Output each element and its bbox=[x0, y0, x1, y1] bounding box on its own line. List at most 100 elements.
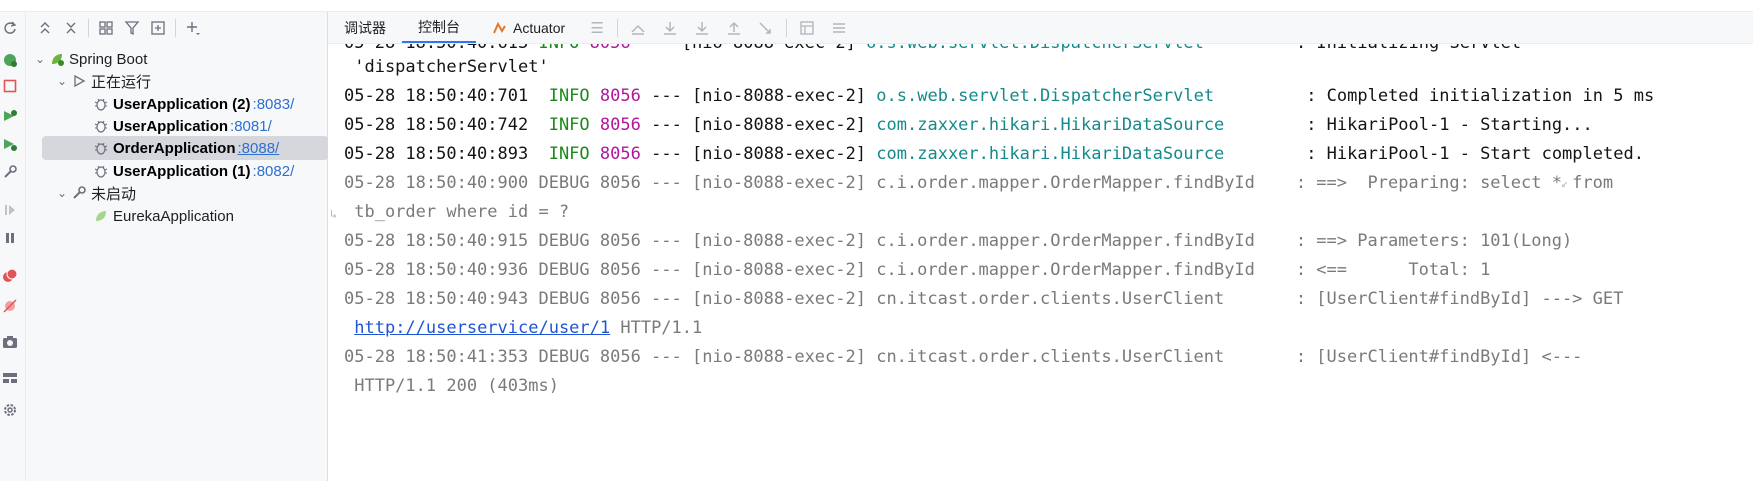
log-level: INFO bbox=[528, 115, 590, 135]
tab-actuator[interactable]: Actuator bbox=[476, 12, 581, 43]
log-separator: --- bbox=[640, 144, 693, 164]
toolbar-separator bbox=[617, 19, 619, 37]
log-message: : HikariPool-1 - Starting... bbox=[1306, 115, 1593, 135]
add-service-icon[interactable] bbox=[180, 15, 206, 41]
log-line: 05-28 18:50:40:613 INFO 8056 --- [nio-80… bbox=[344, 44, 1521, 54]
stop-icon[interactable] bbox=[0, 76, 20, 96]
log-timestamp: 05-28 18:50:40:613 bbox=[344, 44, 528, 53]
app-port-link[interactable]: :8088/ bbox=[238, 140, 280, 157]
url-link[interactable]: http://userservice/user/1 bbox=[354, 318, 610, 338]
expand-all-icon[interactable] bbox=[32, 15, 58, 41]
tab-label: Actuator bbox=[513, 19, 566, 36]
toolbar-separator bbox=[175, 19, 176, 37]
tab-console[interactable]: 控制台 bbox=[402, 12, 476, 43]
services-tree-panel: ⌄ Spring Boot ⌄ 正在运行 UserApplication (2)… bbox=[26, 12, 328, 481]
chevron-down-icon[interactable]: ⌄ bbox=[54, 74, 70, 88]
log-message: : HikariPool-1 - Start completed. bbox=[1306, 144, 1644, 164]
log-line-wrap: 'dispatcherServlet' bbox=[344, 57, 549, 77]
tree-node-app[interactable]: UserApplication (2) :8083/ bbox=[92, 92, 294, 116]
window-top-strip bbox=[0, 0, 1753, 12]
trace-icon[interactable] bbox=[823, 12, 855, 43]
spring-boot-icon bbox=[92, 207, 110, 225]
log-line-debug: 05-28 18:50:40:915 DEBUG 8056 --- [nio-8… bbox=[344, 231, 1573, 251]
tree-node-app[interactable]: UserApplication (1) :8082/ bbox=[92, 159, 294, 183]
tree-node-app[interactable]: UserApplication :8081/ bbox=[92, 114, 272, 138]
log-text: HTTP/1.1 bbox=[610, 318, 703, 338]
console-output[interactable]: 05-28 18:50:40:613 INFO 8056 --- [nio-80… bbox=[328, 44, 1753, 481]
log-line: 05-28 18:50:40:701 INFO 8056 --- [nio-80… bbox=[344, 85, 1654, 107]
app-name: UserApplication bbox=[113, 117, 229, 135]
debug-bug-icon bbox=[92, 95, 110, 113]
log-message: : Initializing Servlet bbox=[1296, 44, 1521, 53]
tree-node-label: Spring Boot bbox=[69, 50, 148, 68]
filter-icon[interactable] bbox=[119, 15, 145, 41]
chevron-down-icon[interactable]: ⌄ bbox=[54, 186, 70, 200]
app-name: EurekaApplication bbox=[113, 207, 234, 225]
tree-node-spring-boot[interactable]: ⌄ Spring Boot bbox=[32, 47, 147, 71]
log-thread: [nio-8088-exec-2] bbox=[692, 144, 867, 164]
log-separator: --- bbox=[640, 115, 693, 135]
collapse-all-icon[interactable] bbox=[58, 15, 84, 41]
camera-icon[interactable] bbox=[0, 332, 20, 352]
step-out-icon[interactable] bbox=[718, 12, 750, 43]
menu-icon[interactable]: ☰ bbox=[581, 12, 613, 43]
group-services-icon[interactable] bbox=[93, 15, 119, 41]
tree-node-running-group[interactable]: ⌄ 正在运行 bbox=[54, 69, 151, 93]
log-line-debug: 05-28 18:50:40:936 DEBUG 8056 --- [nio-8… bbox=[344, 260, 1491, 280]
breakpoints-icon[interactable] bbox=[0, 266, 20, 286]
log-logger: com.zaxxer.hikari.HikariDataSource bbox=[876, 115, 1225, 135]
run-triangle-icon bbox=[70, 72, 88, 90]
run-services-icon[interactable] bbox=[0, 50, 20, 70]
debug-icon[interactable] bbox=[0, 134, 20, 154]
rerun-icon[interactable] bbox=[0, 18, 20, 38]
log-separator: --- bbox=[631, 44, 682, 53]
soft-wrap-icon: ↳ bbox=[330, 207, 338, 221]
log-thread: [nio-8088-exec-2] bbox=[682, 44, 856, 53]
left-action-strip bbox=[0, 12, 26, 481]
log-line: 05-28 18:50:40:742 INFO 8056 --- [nio-80… bbox=[344, 114, 1593, 136]
spring-boot-icon bbox=[48, 50, 66, 68]
log-line: 05-28 18:50:40:893 INFO 8056 --- [nio-80… bbox=[344, 143, 1644, 165]
log-logger: com.zaxxer.hikari.HikariDataSource bbox=[876, 144, 1225, 164]
log-separator: --- bbox=[640, 86, 693, 106]
log-logger: o.s.web.servlet.DispatcherServlet bbox=[876, 86, 1215, 106]
tree-node-stopped-group[interactable]: ⌄ 未启动 bbox=[54, 181, 136, 205]
log-level: INFO bbox=[528, 44, 579, 53]
toolbar-separator bbox=[88, 19, 89, 37]
run-to-cursor-icon[interactable] bbox=[750, 12, 782, 43]
debug-bug-icon bbox=[92, 117, 110, 135]
app-port-link[interactable]: :8083/ bbox=[253, 96, 295, 113]
mute-breakpoints-icon[interactable] bbox=[0, 296, 20, 316]
app-port-link[interactable]: :8081/ bbox=[230, 118, 272, 135]
log-line-wrap: HTTP/1.1 200 (403ms) bbox=[344, 376, 559, 396]
tree-node-app[interactable]: EurekaApplication bbox=[92, 204, 234, 228]
tree-toolbar bbox=[26, 12, 328, 44]
step-into-icon[interactable] bbox=[686, 12, 718, 43]
settings-icon[interactable] bbox=[0, 400, 20, 420]
log-thread: [nio-8088-exec-2] bbox=[692, 115, 867, 135]
log-line-wrap: tb_order where id = ? bbox=[344, 202, 570, 222]
console-tab-bar: 调试器 控制台 Actuator ☰ bbox=[328, 12, 1753, 44]
log-level: INFO bbox=[528, 86, 590, 106]
chevron-down-icon[interactable]: ⌄ bbox=[32, 52, 48, 66]
resume-icon[interactable] bbox=[0, 200, 20, 220]
soft-wrap-icon: ↙ bbox=[1561, 176, 1569, 190]
layout-icon[interactable] bbox=[0, 368, 20, 388]
show-execution-point-icon[interactable] bbox=[622, 12, 654, 43]
pause-icon[interactable] bbox=[0, 228, 20, 248]
log-level: INFO bbox=[528, 144, 590, 164]
run-icon[interactable] bbox=[0, 106, 20, 126]
log-pid: 8056 bbox=[590, 44, 631, 53]
step-over-icon[interactable] bbox=[654, 12, 686, 43]
log-pid: 8056 bbox=[599, 86, 641, 106]
log-line-debug: 05-28 18:50:40:943 DEBUG 8056 --- [nio-8… bbox=[344, 289, 1624, 309]
tab-label: 调试器 bbox=[344, 19, 386, 36]
tab-debugger[interactable]: 调试器 bbox=[328, 12, 402, 43]
tree-node-app-selected[interactable]: OrderApplication :8088/ bbox=[42, 136, 328, 160]
evaluate-expression-icon[interactable] bbox=[791, 12, 823, 43]
app-port-link[interactable]: :8082/ bbox=[253, 163, 295, 180]
new-group-icon[interactable] bbox=[145, 15, 171, 41]
wrench-icon[interactable] bbox=[0, 162, 20, 182]
app-name: OrderApplication bbox=[113, 139, 236, 157]
log-line-debug: 05-28 18:50:40:900 DEBUG 8056 --- [nio-8… bbox=[344, 173, 1614, 193]
